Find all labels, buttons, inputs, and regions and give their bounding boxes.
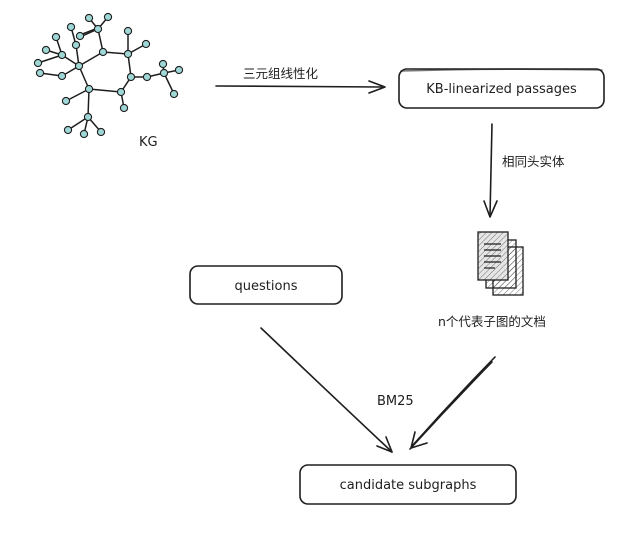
kg-node (141, 39, 151, 49)
kg-node (66, 22, 76, 32)
questions-label: questions (235, 279, 298, 294)
passages-box: KB-linearized passages (398, 68, 605, 109)
kg-node (71, 40, 81, 50)
kg-node (174, 65, 184, 75)
kg-node (116, 87, 126, 97)
kg-node (96, 127, 106, 137)
kg-node (63, 125, 73, 135)
kg-node (126, 72, 136, 82)
candidates-box: candidate subgraphs (299, 464, 517, 505)
kg-node (123, 26, 133, 36)
kg-node (123, 49, 133, 59)
documents-caption: n个代表子图的文档 (438, 314, 546, 329)
diagram-canvas: KG 三元组线性化 KB-linearized passages 相同头实体 n… (33, 12, 605, 505)
same-head-label: 相同头实体 (502, 154, 565, 169)
kg-node (35, 68, 45, 78)
questions-box: questions (189, 265, 343, 305)
kg-node (84, 13, 94, 23)
kg-node (57, 50, 67, 60)
kg-node (158, 59, 168, 69)
kg-node (74, 61, 84, 71)
arrow-questions (260, 327, 393, 453)
arrow-documents (409, 356, 496, 450)
linearize-label: 三元组线性化 (243, 66, 319, 81)
arrow-linearize (215, 80, 386, 94)
kg-node (57, 71, 67, 81)
kg-node (84, 84, 94, 94)
arrow-same-head (483, 123, 498, 218)
kg-node (51, 32, 61, 42)
kg-node (142, 72, 152, 82)
knowledge-graph: KG (33, 12, 184, 150)
bm25-label: BM25 (377, 394, 414, 409)
kg-node (93, 24, 103, 34)
kg-node (33, 58, 43, 68)
passages-label: KB-linearized passages (426, 82, 577, 97)
kg-node (79, 129, 89, 139)
kg-node (119, 103, 129, 113)
kg-node (61, 96, 71, 106)
kg-label: KG (139, 135, 158, 150)
kg-node (103, 12, 113, 22)
kg-node (83, 112, 93, 122)
candidates-label: candidate subgraphs (340, 478, 477, 493)
kg-node (41, 45, 51, 55)
kg-node (159, 68, 169, 78)
kg-node (98, 47, 108, 57)
documents-icon (477, 231, 524, 296)
kg-node (169, 89, 179, 99)
kg-node (75, 31, 85, 41)
